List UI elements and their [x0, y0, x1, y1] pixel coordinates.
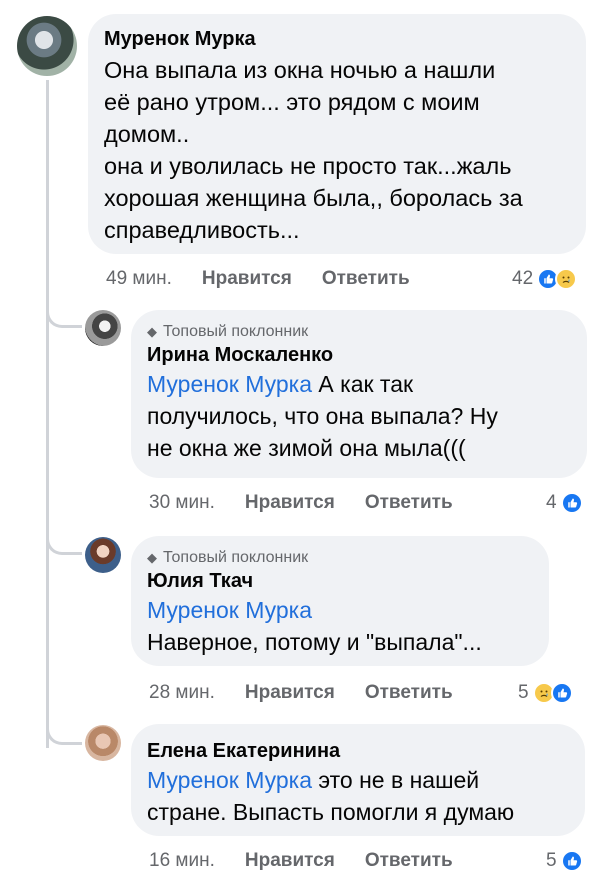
gem-icon: ◆: [147, 550, 157, 565]
reaction-count: 42: [512, 268, 534, 289]
reply-connector: [46, 308, 82, 328]
reply-button[interactable]: Ответить: [365, 682, 453, 704]
like-button[interactable]: Нравится: [202, 268, 292, 290]
reply-actions: 16 мин. Нравится Ответить: [149, 846, 453, 876]
comment-bubble: Муренок Мурка Она выпала из окна ночью а…: [88, 14, 586, 254]
top-fan-badge: ◆ Топовый поклонник: [147, 322, 571, 342]
reply-text-line: Наверное, потому и "выпала"...: [147, 629, 482, 655]
thumbs-up-icon: [560, 492, 583, 514]
sad-face-icon: [555, 268, 578, 290]
reply-button[interactable]: Ответить: [365, 850, 453, 872]
reply-button[interactable]: Ответить: [365, 492, 453, 514]
comment-text-line: Она выпала из окна ночью а нашли: [104, 57, 496, 83]
thumbs-up-icon: [550, 682, 573, 704]
mention-link[interactable]: Муренок Мурка: [147, 594, 533, 626]
reply-connector: [46, 725, 82, 745]
comment-author[interactable]: Муренок Мурка: [104, 26, 570, 52]
reaction-summary[interactable]: 5: [546, 846, 583, 876]
like-button[interactable]: Нравится: [245, 850, 335, 872]
reply-text: Муренок Мурка Наверное, потому и "выпала…: [147, 594, 533, 658]
comment-text: Она выпала из окна ночью а нашли её рано…: [104, 54, 570, 246]
avatar[interactable]: [85, 725, 121, 761]
badge-label: Топовый поклонник: [163, 549, 309, 566]
comment-actions: 49 мин. Нравится Ответить: [106, 264, 410, 294]
comment-text-line: хорошая женщина была,, боролась за: [104, 185, 523, 211]
comment-thread: Муренок Мурка Она выпала из окна ночью а…: [0, 0, 594, 878]
avatar[interactable]: [17, 16, 77, 76]
thumbs-up-icon: [560, 850, 583, 872]
reply-author[interactable]: Елена Екатеринина: [147, 738, 569, 764]
like-button[interactable]: Нравится: [245, 682, 335, 704]
mention-link[interactable]: Муренок Мурка: [147, 767, 312, 793]
mention-link[interactable]: Муренок Мурка: [147, 371, 312, 397]
reaction-count: 5: [546, 850, 557, 871]
reply-text-line: А как так: [312, 371, 414, 397]
comment-text-line: она и уволилась не просто так...жаль: [104, 153, 512, 179]
reply-text-line: это не в нашей: [312, 767, 480, 793]
reply-connector: [46, 535, 82, 555]
reaction-summary[interactable]: 4: [546, 488, 583, 518]
badge-label: Топовый поклонник: [163, 323, 309, 340]
reply-bubble: Елена Екатеринина Муренок Мурка это не в…: [131, 724, 585, 836]
gem-icon: ◆: [147, 324, 157, 339]
comment-time[interactable]: 49 мин.: [106, 268, 172, 290]
reply-text-line: не окна же зимой она мыла(((: [147, 435, 466, 461]
reaction-count: 4: [546, 492, 557, 513]
reply-button[interactable]: Ответить: [322, 268, 410, 290]
thread-connector: [46, 80, 49, 748]
reaction-count: 5: [518, 682, 529, 703]
reply-text-line: получилось, что она выпала? Ну: [147, 403, 498, 429]
reply-text: Муренок Мурка А как так получилось, что …: [147, 368, 571, 464]
reply-time[interactable]: 28 мин.: [149, 682, 215, 704]
reply-time[interactable]: 30 мин.: [149, 492, 215, 514]
reply-bubble: ◆ Топовый поклонник Юлия Ткач Муренок Му…: [131, 536, 549, 666]
comment-text-line: её рано утром... это рядом с моим: [104, 89, 480, 115]
reply-time[interactable]: 16 мин.: [149, 850, 215, 872]
reply-text: Муренок Мурка это не в нашей стране. Вып…: [147, 764, 569, 828]
reaction-summary[interactable]: 5: [518, 678, 573, 708]
like-button[interactable]: Нравится: [245, 492, 335, 514]
avatar[interactable]: [85, 310, 121, 346]
reply-actions: 28 мин. Нравится Ответить: [149, 678, 453, 708]
comment-text-line: справедливость...: [104, 217, 300, 243]
reaction-summary[interactable]: 42: [512, 264, 578, 294]
reply-text-line: стране. Выпасть помогли я думаю: [147, 799, 515, 825]
reply-actions: 30 мин. Нравится Ответить: [149, 488, 453, 518]
reply-author[interactable]: Ирина Москаленко: [147, 342, 571, 368]
top-fan-badge: ◆ Топовый поклонник: [147, 548, 533, 568]
comment-text-line: домом..: [104, 121, 190, 147]
reply-bubble: ◆ Топовый поклонник Ирина Москаленко Мур…: [131, 310, 587, 478]
reply-author[interactable]: Юлия Ткач: [147, 568, 533, 594]
avatar[interactable]: [85, 537, 121, 573]
